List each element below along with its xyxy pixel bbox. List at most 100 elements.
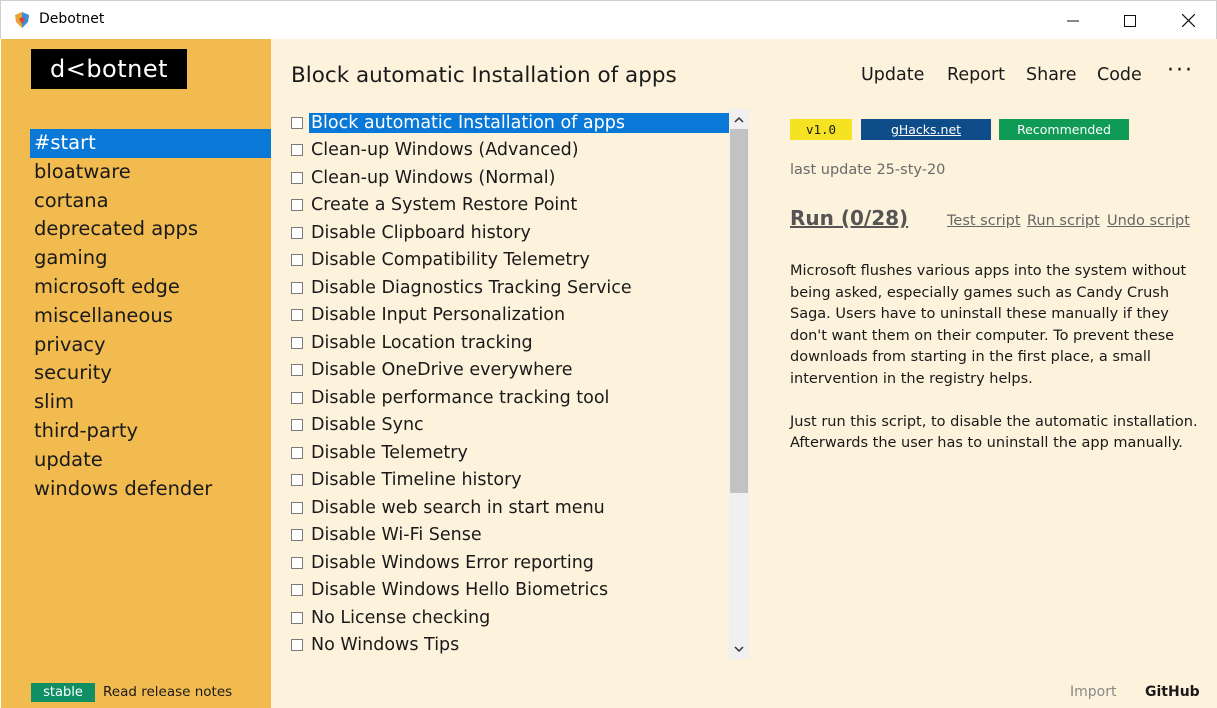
script-checkbox[interactable]	[291, 336, 303, 349]
script-checkbox[interactable]	[291, 171, 303, 184]
scroll-down-button[interactable]	[729, 639, 749, 659]
category-item-cortana[interactable]: cortana	[30, 187, 271, 216]
window-titlebar: Debotnet	[0, 0, 1217, 39]
script-item[interactable]: Disable Windows Hello Biometrics	[291, 577, 729, 605]
script-item[interactable]: Disable Diagnostics Tracking Service	[291, 274, 729, 302]
source-badge-link[interactable]: gHacks.net	[861, 119, 991, 140]
script-checkbox[interactable]	[291, 391, 303, 404]
script-checkbox[interactable]	[291, 529, 303, 542]
github-link[interactable]: GitHub	[1145, 684, 1200, 700]
app-logo: d<botnet	[31, 49, 187, 89]
category-item-privacy[interactable]: privacy	[30, 331, 271, 360]
script-item[interactable]: Disable Clipboard history	[291, 219, 729, 247]
script-label: Disable Location tracking	[311, 332, 533, 353]
script-item[interactable]: Disable Timeline history	[291, 467, 729, 495]
script-label: Disable web search in start menu	[311, 497, 605, 518]
script-item[interactable]: Disable OneDrive everywhere	[291, 357, 729, 385]
description-paragraph: Microsoft flushes various apps into the …	[790, 263, 1187, 387]
maximize-button[interactable]	[1101, 1, 1159, 40]
script-item[interactable]: Create a System Restore Point	[291, 192, 729, 220]
script-label: Disable Telemetry	[311, 442, 468, 463]
category-item-slim[interactable]: slim	[30, 388, 271, 417]
script-label: Disable Clipboard history	[311, 222, 531, 243]
script-checkbox[interactable]	[291, 199, 303, 212]
script-item[interactable]: Block automatic Installation of apps	[291, 109, 729, 137]
script-checkbox[interactable]	[291, 639, 303, 652]
script-label: Disable Windows Hello Biometrics	[311, 580, 609, 601]
script-checkbox[interactable]	[291, 446, 303, 459]
script-label: Clean-up Windows (Normal)	[311, 167, 556, 188]
minimize-button[interactable]	[1044, 1, 1102, 40]
share-link[interactable]: Share	[1026, 65, 1077, 85]
category-item-start[interactable]: #start	[30, 129, 271, 158]
chevron-down-icon	[734, 645, 744, 652]
more-options-icon[interactable]: ···	[1167, 58, 1194, 83]
script-checkbox[interactable]	[291, 254, 303, 267]
category-item-microsoft-edge[interactable]: microsoft edge	[30, 273, 271, 302]
script-checkbox[interactable]	[291, 611, 303, 624]
script-label: Disable Sync	[311, 415, 424, 436]
script-label: Block automatic Installation of apps	[309, 112, 729, 133]
script-checkbox[interactable]	[291, 144, 303, 157]
close-icon	[1181, 14, 1195, 27]
script-label: Disable Diagnostics Tracking Service	[311, 277, 632, 298]
script-item[interactable]: No Windows Tips	[291, 632, 729, 660]
test-script-link[interactable]: Test script	[947, 213, 1021, 229]
recommended-badge: Recommended	[999, 119, 1129, 140]
last-update-text: last update 25-sty-20	[790, 162, 946, 178]
script-checkbox[interactable]	[291, 474, 303, 487]
maximize-icon	[1124, 14, 1136, 27]
category-item-deprecated-apps[interactable]: deprecated apps	[30, 215, 271, 244]
category-item-bloatware[interactable]: bloatware	[30, 158, 271, 187]
category-item-windows-defender[interactable]: windows defender	[30, 475, 271, 504]
category-item-gaming[interactable]: gaming	[30, 244, 271, 273]
script-checkbox[interactable]	[291, 364, 303, 377]
script-label: Disable performance tracking tool	[311, 387, 610, 408]
script-item[interactable]: No License checking	[291, 604, 729, 632]
script-list-scrollbar[interactable]	[729, 109, 749, 659]
script-checkbox[interactable]	[291, 556, 303, 569]
script-item[interactable]: Disable performance tracking tool	[291, 384, 729, 412]
script-checkbox[interactable]	[291, 116, 303, 129]
script-checkbox[interactable]	[291, 501, 303, 514]
category-item-third-party[interactable]: third-party	[30, 417, 271, 446]
script-checkbox[interactable]	[291, 281, 303, 294]
scroll-thumb[interactable]	[730, 129, 748, 493]
script-label: Disable Wi-Fi Sense	[311, 525, 482, 546]
script-label: Clean-up Windows (Advanced)	[311, 140, 579, 161]
update-link[interactable]: Update	[861, 65, 924, 85]
run-button[interactable]: Run (0/28)	[790, 206, 908, 230]
close-button[interactable]	[1159, 1, 1217, 40]
undo-script-link[interactable]: Undo script	[1107, 213, 1190, 229]
script-item[interactable]: Disable Windows Error reporting	[291, 549, 729, 577]
script-item[interactable]: Disable Compatibility Telemetry	[291, 247, 729, 275]
window-title: Debotnet	[39, 11, 105, 27]
script-item[interactable]: Disable Wi-Fi Sense	[291, 522, 729, 550]
script-item[interactable]: Clean-up Windows (Normal)	[291, 164, 729, 192]
sidebar: d<botnet #start bloatware cortana deprec…	[1, 39, 271, 708]
code-link[interactable]: Code	[1097, 65, 1142, 85]
scroll-up-button[interactable]	[729, 109, 749, 129]
script-checkbox[interactable]	[291, 226, 303, 239]
category-item-security[interactable]: security	[30, 359, 271, 388]
category-item-miscellaneous[interactable]: miscellaneous	[30, 302, 271, 331]
script-item[interactable]: Disable Telemetry	[291, 439, 729, 467]
report-link[interactable]: Report	[947, 65, 1005, 85]
import-link[interactable]: Import	[1070, 684, 1116, 700]
script-label: Create a System Restore Point	[311, 195, 578, 216]
script-label: No License checking	[311, 607, 491, 628]
script-item[interactable]: Clean-up Windows (Advanced)	[291, 137, 729, 165]
script-item[interactable]: Disable web search in start menu	[291, 494, 729, 522]
script-label: Disable Windows Error reporting	[311, 552, 594, 573]
release-notes-link[interactable]: Read release notes	[103, 684, 232, 700]
script-checkbox[interactable]	[291, 584, 303, 597]
script-checkbox[interactable]	[291, 309, 303, 322]
category-item-update[interactable]: update	[30, 446, 271, 475]
run-script-link[interactable]: Run script	[1027, 213, 1100, 229]
script-item[interactable]: Disable Input Personalization	[291, 302, 729, 330]
script-item[interactable]: Disable Location tracking	[291, 329, 729, 357]
page-title: Block automatic Installation of apps	[291, 63, 677, 88]
script-checkbox[interactable]	[291, 419, 303, 432]
script-item[interactable]: Disable Sync	[291, 412, 729, 440]
script-label: Disable OneDrive everywhere	[311, 360, 573, 381]
